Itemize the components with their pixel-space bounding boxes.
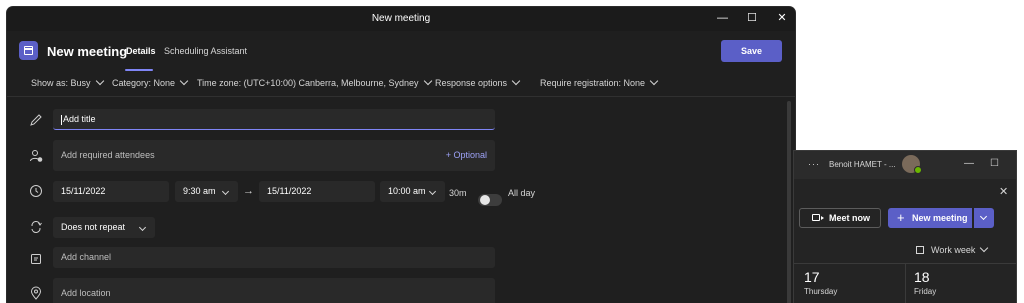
page-title: New meeting <box>47 44 128 59</box>
time-zone-dropdown[interactable]: Time zone: (UTC+10:00) Canberra, Melbour… <box>197 76 432 88</box>
end-time-value: 10:00 am <box>388 186 426 196</box>
calendar-window: ··· Benoit HAMET - ... — ☐ ✕ ✕ Meet now … <box>794 151 1016 303</box>
calendar-icon <box>19 41 38 60</box>
day-number: 18 <box>914 269 930 285</box>
location-placeholder: Add location <box>61 288 111 298</box>
new-meeting-label: New meeting <box>912 213 968 223</box>
end-date-field[interactable]: 15/11/2022 <box>259 181 375 202</box>
arrow-right-icon: → <box>243 185 254 197</box>
presence-status-icon <box>914 166 922 174</box>
day-column-friday[interactable]: 18 Friday <box>914 269 1014 296</box>
chevron-down-icon <box>221 187 230 196</box>
channel-input[interactable]: Add channel <box>53 247 495 268</box>
window-title: New meeting <box>371 13 431 24</box>
chevron-down-icon <box>179 76 189 86</box>
optional-attendees-link[interactable]: + Optional <box>446 140 487 171</box>
pencil-icon <box>30 114 42 126</box>
view-label: Work week <box>931 245 976 255</box>
calendar-title-bar: ··· Benoit HAMET - ... — ☐ ✕ <box>794 151 1016 179</box>
save-button[interactable]: Save <box>721 40 782 62</box>
day-column-thursday[interactable]: 17 Thursday <box>804 269 904 296</box>
attendees-input[interactable]: Add required attendees + Optional <box>53 140 495 171</box>
chevron-down-icon <box>138 223 147 232</box>
title-input[interactable]: Add title <box>53 109 495 130</box>
channel-placeholder: Add channel <box>61 252 112 262</box>
user-name: Benoit HAMET - ... <box>829 160 896 169</box>
maximize-button[interactable]: ☐ <box>747 11 757 25</box>
close-icon[interactable]: ✕ <box>999 185 1008 198</box>
repeat-icon <box>31 221 42 233</box>
meet-now-button[interactable]: Meet now <box>799 208 881 228</box>
close-button[interactable]: ✕ <box>1015 158 1016 169</box>
repeat-dropdown[interactable]: Does not repeat <box>53 217 155 238</box>
tab-details[interactable]: Details <box>126 46 156 56</box>
category-label: Category: None <box>112 78 176 88</box>
chevron-down-icon <box>95 76 104 86</box>
day-number: 17 <box>804 269 820 285</box>
start-date-field[interactable]: 15/11/2022 <box>53 181 169 202</box>
location-pin-icon <box>30 286 42 300</box>
view-selector[interactable]: Work week <box>916 243 989 255</box>
close-button[interactable]: ✕ <box>777 11 787 25</box>
channel-icon <box>31 254 41 264</box>
day-name: Thursday <box>804 287 838 296</box>
category-dropdown[interactable]: Category: None <box>112 76 189 88</box>
minimize-button[interactable]: — <box>717 11 728 25</box>
new-meeting-window: New meeting — ☐ ✕ New meeting Details Sc… <box>7 7 795 303</box>
new-meeting-button[interactable]: + New meeting <box>888 208 972 228</box>
meet-now-label: Meet now <box>829 213 871 223</box>
all-day-label: All day <box>508 188 536 198</box>
chevron-down-icon <box>511 76 521 86</box>
minimize-button[interactable]: — <box>964 158 974 169</box>
start-time-value: 9:30 am <box>183 186 216 196</box>
clock-icon <box>30 185 42 197</box>
avatar[interactable] <box>902 155 922 174</box>
chevron-down-icon <box>980 243 989 253</box>
chevron-down-icon <box>979 212 988 221</box>
chevron-down-icon <box>649 76 659 86</box>
duration-label: 30m <box>449 188 467 198</box>
more-options-icon[interactable]: ··· <box>808 159 820 169</box>
plus-icon: + <box>897 210 905 225</box>
options-bar: Show as: Busy Category: None Time zone: … <box>7 71 795 97</box>
start-time-dropdown[interactable]: 9:30 am <box>175 181 238 202</box>
new-meeting-dropdown-button[interactable] <box>974 208 994 228</box>
response-options-label: Response options <box>435 78 508 88</box>
maximize-button[interactable]: ☐ <box>990 158 999 169</box>
location-input[interactable]: Add location <box>53 278 495 303</box>
title-bar: New meeting — ☐ ✕ <box>7 7 795 31</box>
video-camera-icon <box>812 214 824 221</box>
response-options-dropdown[interactable]: Response options <box>435 76 521 88</box>
meeting-form: Add title Add required attendees + Optio… <box>7 97 795 303</box>
show-as-dropdown[interactable]: Show as: Busy <box>31 76 104 88</box>
title-placeholder: Add title <box>63 114 96 124</box>
registration-label: Require registration: None <box>540 78 646 88</box>
attendees-placeholder: Add required attendees <box>61 150 155 160</box>
calendar-view-icon <box>916 246 924 254</box>
day-name: Friday <box>914 287 937 296</box>
end-time-dropdown[interactable]: 10:00 am <box>380 181 445 202</box>
add-people-icon <box>30 150 43 162</box>
time-zone-label: Time zone: (UTC+10:00) Canberra, Melbour… <box>197 78 419 88</box>
scrollbar[interactable] <box>787 101 791 303</box>
toggle-knob <box>480 195 490 205</box>
divider <box>905 264 906 303</box>
all-day-toggle[interactable] <box>478 194 502 206</box>
chevron-down-icon <box>428 187 437 196</box>
text-caret <box>61 114 62 125</box>
registration-dropdown[interactable]: Require registration: None <box>540 76 659 88</box>
repeat-value: Does not repeat <box>61 222 126 232</box>
show-as-label: Show as: Busy <box>31 78 91 88</box>
tab-scheduling-assistant[interactable]: Scheduling Assistant <box>164 46 247 56</box>
chevron-down-icon <box>423 76 432 86</box>
